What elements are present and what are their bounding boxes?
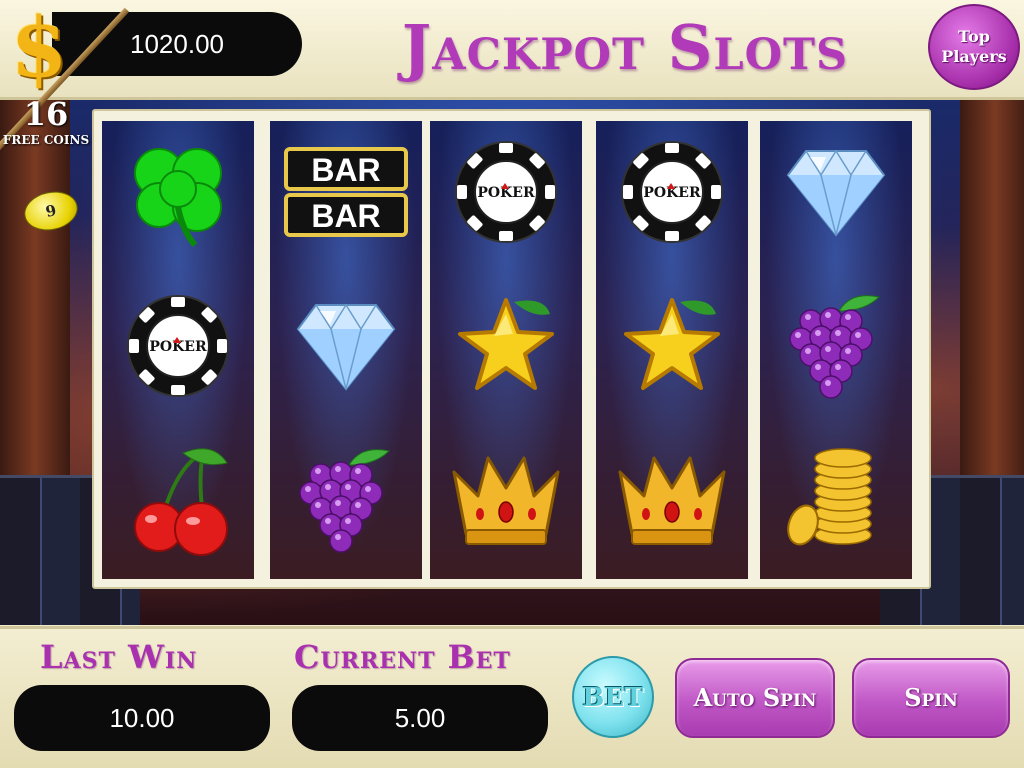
bet-button[interactable]: BET <box>572 656 654 738</box>
grapes-icon <box>270 425 422 575</box>
poker-chip-icon: POKER <box>102 271 254 421</box>
reel-3: POKER <box>430 121 582 579</box>
star-icon <box>430 271 582 421</box>
top-players-button[interactable]: Top Players <box>928 4 1020 90</box>
reel-4: POKER <box>596 121 748 579</box>
bar-double-icon: BAR BAR <box>270 121 422 267</box>
cherries-icon <box>102 425 254 575</box>
game-title: Jackpot Slots <box>401 11 849 84</box>
crown-icon <box>430 425 582 575</box>
grapes-icon <box>760 271 912 421</box>
bar-text: BAR <box>311 152 380 188</box>
free-coins-count: 16 <box>23 95 69 133</box>
current-bet-value: 5.00 <box>292 685 548 751</box>
free-coins-counter: 16 FREE COINS <box>0 95 92 165</box>
bar-text: BAR <box>311 198 380 234</box>
poker-chip-icon: POKER <box>596 121 748 267</box>
last-win-value: 10.00 <box>14 685 270 751</box>
top-bar: 1020.00 $ Jackpot Slots Top Players <box>0 0 1024 100</box>
free-coins-label: FREE COINS <box>2 133 90 147</box>
reel-5 <box>760 121 912 579</box>
poker-chip-icon: POKER <box>430 121 582 267</box>
current-bet-label: Current Bet <box>294 638 511 676</box>
star-icon <box>596 271 748 421</box>
top-players-label-line1: Top <box>958 27 990 46</box>
gold-coins-icon <box>760 425 912 575</box>
top-players-label-line2: Players <box>941 47 1007 66</box>
auto-spin-button[interactable]: Auto Spin <box>675 658 835 738</box>
spin-button[interactable]: Spin <box>852 658 1010 738</box>
reel-2: BAR BAR <box>270 121 422 579</box>
reel-1: POKER <box>102 121 254 579</box>
crown-icon <box>596 425 748 575</box>
diamond-icon <box>760 121 912 267</box>
clover-icon <box>102 121 254 267</box>
last-win-label: Last Win <box>40 638 198 676</box>
reel-frame: POKER BAR BAR POKER POKER <box>92 109 931 589</box>
diamond-icon <box>270 271 422 421</box>
